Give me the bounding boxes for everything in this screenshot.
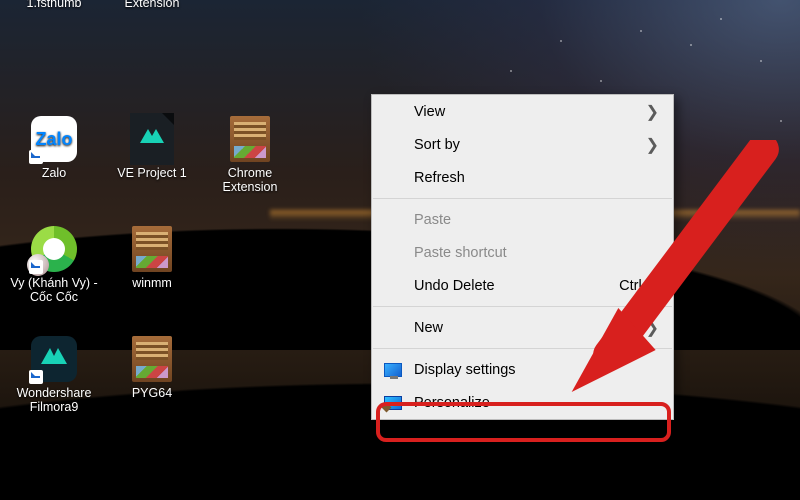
icon-label: 1.fsthumb xyxy=(27,0,82,10)
icon-label: PYG64 xyxy=(132,386,172,400)
personalize-icon xyxy=(384,396,402,410)
menu-item-display-settings[interactable]: Display settings xyxy=(372,353,673,386)
menu-item-paste: Paste xyxy=(372,203,673,236)
shortcut-overlay-icon xyxy=(29,260,43,274)
desktop-icon-pyg64[interactable]: PYG64 xyxy=(106,330,198,426)
desktop-context-menu: View ❯ Sort by ❯ Refresh Paste Paste sho… xyxy=(371,94,674,420)
menu-item-view[interactable]: View ❯ xyxy=(372,95,673,128)
desktop-icon-filmora9[interactable]: Wondershare Filmora9 xyxy=(8,330,100,426)
desktop-icon-extension-top[interactable]: Extension xyxy=(106,0,198,96)
desktop-icon-coccoc[interactable]: Vy (Khánh Vy) - Cốc Cốc xyxy=(8,220,100,316)
icon-label: Extension xyxy=(125,0,180,10)
archive-icon xyxy=(132,226,172,272)
submenu-arrow-icon: ❯ xyxy=(646,135,659,155)
menu-label: Display settings xyxy=(414,362,516,378)
submenu-arrow-icon: ❯ xyxy=(646,318,659,338)
desktop-icons-grid: 1.fsthumb Extension Zalo Zalo VE Project… xyxy=(8,0,296,426)
menu-item-new[interactable]: New ❯ xyxy=(372,311,673,344)
desktop-icon-ve-project[interactable]: VE Project 1 xyxy=(106,110,198,206)
desktop-icon-winmm[interactable]: winmm xyxy=(106,220,198,316)
icon-label: Wondershare Filmora9 xyxy=(9,386,99,415)
menu-item-undo-delete[interactable]: Undo Delete Ctrl+Z xyxy=(372,269,673,302)
icon-label: Chrome Extension xyxy=(205,166,295,195)
shortcut-overlay-icon xyxy=(29,150,43,164)
desktop-icon-chrome-extension[interactable]: Chrome Extension xyxy=(204,110,296,206)
menu-item-sort-by[interactable]: Sort by ❯ xyxy=(372,128,673,161)
desktop-icon-fsthumb[interactable]: 1.fsthumb xyxy=(8,0,100,96)
menu-separator xyxy=(373,198,672,199)
icon-label: winmm xyxy=(132,276,172,290)
menu-item-paste-shortcut: Paste shortcut xyxy=(372,236,673,269)
menu-label: Personalize xyxy=(414,395,490,411)
filmora-project-icon xyxy=(130,113,174,165)
menu-label: Refresh xyxy=(414,170,465,186)
menu-item-refresh[interactable]: Refresh xyxy=(372,161,673,194)
submenu-arrow-icon: ❯ xyxy=(646,102,659,122)
menu-separator xyxy=(373,306,672,307)
menu-label: Paste xyxy=(414,212,451,228)
menu-label: Sort by xyxy=(414,137,460,153)
menu-shortcut: Ctrl+Z xyxy=(619,278,659,294)
menu-separator xyxy=(373,348,672,349)
icon-label: Vy (Khánh Vy) - Cốc Cốc xyxy=(9,276,99,305)
menu-item-personalize[interactable]: Personalize xyxy=(372,386,673,419)
menu-label: Paste shortcut xyxy=(414,245,507,261)
menu-label: Undo Delete xyxy=(414,278,495,294)
shortcut-overlay-icon xyxy=(29,370,43,384)
archive-icon xyxy=(132,336,172,382)
icon-label: VE Project 1 xyxy=(117,166,186,180)
menu-label: New xyxy=(414,320,443,336)
menu-label: View xyxy=(414,104,445,120)
archive-icon xyxy=(230,116,270,162)
icon-label: Zalo xyxy=(42,166,66,180)
desktop-icon-zalo[interactable]: Zalo Zalo xyxy=(8,110,100,206)
monitor-icon xyxy=(384,363,402,377)
